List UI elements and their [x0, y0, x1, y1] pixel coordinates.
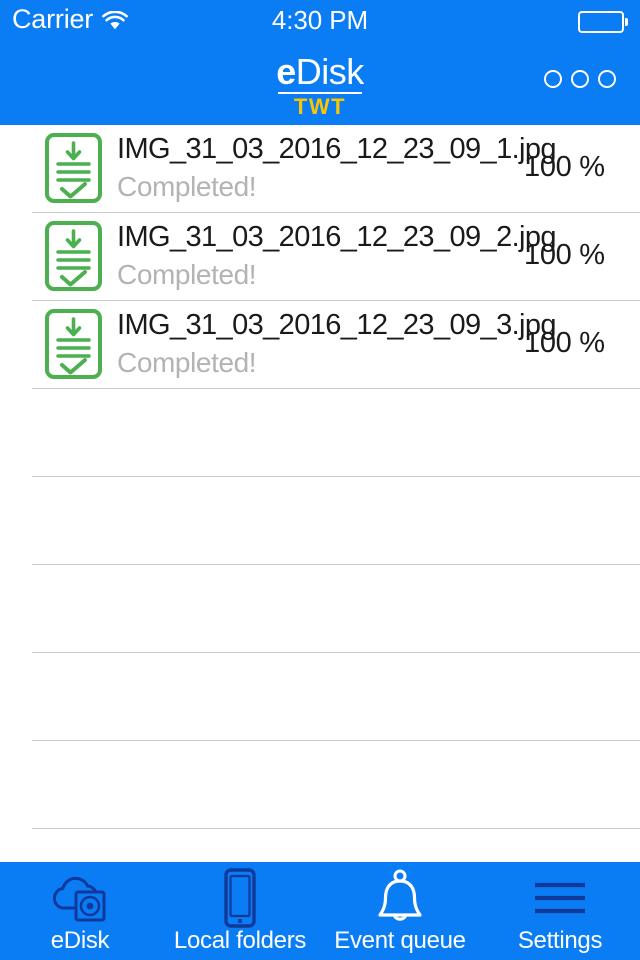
- bottom-tab-bar: eDisk Local folders Event queue Settings: [0, 862, 640, 960]
- tab-label-local-folders: Local folders: [173, 927, 307, 954]
- battery-body: [578, 11, 624, 33]
- progress-percent-label: 100 %: [524, 151, 605, 183]
- tab-event-queue[interactable]: Event queue: [320, 862, 480, 960]
- logo-e: e: [276, 51, 296, 92]
- table-row[interactable]: IMG_31_03_2016_12_23_09_1.jpg Completed!…: [32, 125, 640, 213]
- list-item: [32, 741, 640, 829]
- transfer-list[interactable]: IMG_31_03_2016_12_23_09_1.jpg Completed!…: [0, 125, 640, 862]
- mobile-device-icon: [218, 868, 262, 928]
- tab-label-settings: Settings: [517, 927, 603, 954]
- logo-secondary-text: TWT: [293, 94, 347, 119]
- list-item: [32, 389, 640, 477]
- transfer-status: Completed!: [117, 347, 257, 378]
- file-name: IMG_31_03_2016_12_23_09_3.jpg: [117, 309, 557, 341]
- cloud-disk-icon: [49, 872, 111, 924]
- tab-label-event-queue: Event queue: [334, 927, 466, 954]
- transfer-status: Completed!: [117, 259, 257, 290]
- progress-bar: [295, 187, 605, 192]
- table-row[interactable]: IMG_31_03_2016_12_23_09_2.jpg Completed!…: [32, 213, 640, 301]
- more-options-dot-1: [544, 70, 562, 88]
- transfer-status: Completed!: [117, 171, 257, 202]
- app-header: eDisk TWT: [0, 40, 640, 125]
- tab-edisk[interactable]: eDisk: [0, 862, 160, 960]
- more-options-dot-3: [598, 70, 616, 88]
- file-name: IMG_31_03_2016_12_23_09_1.jpg: [117, 133, 557, 165]
- status-bar: Carrier 4:30 PM: [0, 0, 640, 40]
- download-completed-document-icon: [45, 221, 102, 291]
- status-bar-time: 4:30 PM: [271, 4, 369, 35]
- battery-nub: [625, 18, 628, 26]
- tab-label-edisk: eDisk: [50, 927, 110, 954]
- download-completed-document-icon: [45, 133, 102, 203]
- bell-icon: [374, 869, 426, 924]
- table-row-content: IMG_31_03_2016_12_23_09_1.jpg Completed!…: [0, 125, 640, 213]
- table-row-content: IMG_31_03_2016_12_23_09_2.jpg Completed!…: [0, 213, 640, 301]
- progress-percent-label: 100 %: [524, 239, 605, 271]
- app-logo: eDisk TWT: [220, 53, 420, 119]
- app-root: Carrier 4:30 PM eDisk TWT IMG_31_03_2016…: [0, 0, 640, 960]
- file-name: IMG_31_03_2016_12_23_09_2.jpg: [117, 221, 557, 253]
- table-row-content: IMG_31_03_2016_12_23_09_3.jpg Completed!…: [0, 301, 640, 389]
- progress-percent-label: 100 %: [524, 327, 605, 359]
- logo-primary-text: eDisk: [220, 53, 420, 91]
- download-completed-document-icon: [45, 309, 102, 379]
- progress-bar: [295, 363, 605, 368]
- table-row[interactable]: IMG_31_03_2016_12_23_09_3.jpg Completed!…: [32, 301, 640, 389]
- list-item: [32, 653, 640, 741]
- tab-settings[interactable]: Settings: [480, 862, 640, 960]
- list-item: [32, 565, 640, 653]
- progress-bar: [295, 275, 605, 280]
- hamburger-menu-icon: [529, 872, 591, 924]
- battery-icon: [578, 11, 628, 33]
- list-item: [32, 477, 640, 565]
- logo-disk: Disk: [295, 51, 365, 92]
- tab-local-folders[interactable]: Local folders: [160, 862, 320, 960]
- more-options-dot-2: [571, 70, 589, 88]
- more-options-icon[interactable]: [544, 70, 616, 88]
